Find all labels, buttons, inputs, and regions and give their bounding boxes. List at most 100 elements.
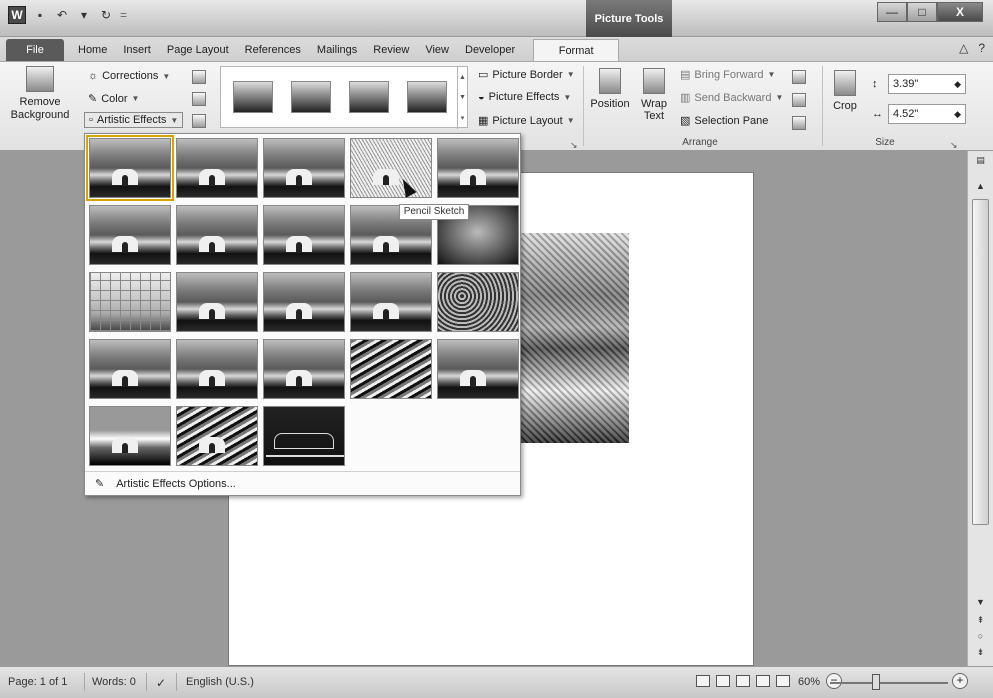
effect-marker[interactable] [176,138,258,198]
tab-developer[interactable]: Developer [457,39,523,61]
wrap-text-button[interactable]: Wrap Text [636,68,672,122]
scroll-thumb[interactable] [972,199,989,525]
tab-insert[interactable]: Insert [115,39,159,61]
effect-pencil-grayscale[interactable] [263,138,345,198]
word-app-icon[interactable]: W [8,6,26,24]
scroll-up-icon[interactable]: ▲ [972,181,989,191]
effect-glass[interactable] [176,406,258,466]
effect-plastic-wrap[interactable] [350,339,432,399]
zoom-slider-thumb[interactable] [872,674,880,690]
language-indicator[interactable]: English (U.S.) [186,676,254,688]
effect-paint-strokes[interactable] [176,205,258,265]
effect-mosaic-bubbles[interactable] [89,272,171,332]
picture-style-2[interactable] [291,81,331,113]
tab-format[interactable]: Format [533,39,620,61]
tab-page-layout[interactable]: Page Layout [159,39,237,61]
zoom-out-button[interactable]: − [826,673,842,689]
effect-light-screen[interactable] [176,272,258,332]
change-picture-icon[interactable] [192,92,206,106]
full-screen-reading-icon[interactable] [716,675,730,687]
redo-icon[interactable]: ↻ [98,7,114,23]
zoom-in-button[interactable]: + [952,673,968,689]
effect-none[interactable] [86,135,174,201]
close-button[interactable]: X [937,2,983,22]
previous-page-icon[interactable]: ⇞ [972,615,989,626]
effect-paint-brush[interactable] [263,205,345,265]
size-dialog-launcher[interactable]: ↘ [950,140,958,151]
proofing-icon[interactable]: ✓ [156,676,166,690]
help-icon[interactable]: ? [978,41,985,55]
gallery-scroll[interactable]: ▲ ▼ ▾ [457,67,467,129]
effect-pastels-smooth[interactable] [263,339,345,399]
picture-style-4[interactable] [407,81,447,113]
artistic-effects-button[interactable]: ▫ Artistic Effects ▼ [84,112,184,128]
zoom-level[interactable]: 60% [798,676,820,688]
crop-button[interactable]: Crop [830,70,860,112]
artistic-effects-options-item[interactable]: ✎ Artistic Effects Options... [85,471,520,495]
remove-background-button[interactable]: Remove Background [10,66,70,122]
effect-cement[interactable] [89,339,171,399]
outline-icon[interactable] [756,675,770,687]
draft-icon[interactable] [776,675,790,687]
tab-references[interactable]: References [237,39,309,61]
tab-mailings[interactable]: Mailings [309,39,365,61]
maximize-button[interactable]: □ [907,2,937,22]
gallery-up-icon[interactable]: ▲ [459,74,466,81]
minimize-ribbon-icon[interactable]: △ [959,41,968,55]
effect-glow-edges[interactable] [263,406,345,466]
zoom-slider[interactable] [830,682,948,684]
print-layout-icon[interactable] [696,675,710,687]
effect-cutout[interactable] [437,339,519,399]
spinner-icon[interactable]: ◆ [954,109,965,120]
effect-crisscross-etching[interactable] [176,339,258,399]
minimize-button[interactable]: — [877,2,907,22]
effect-film-grain[interactable] [350,272,432,332]
undo-icon[interactable]: ↶ [54,7,70,23]
page-count[interactable]: Page: 1 of 1 [8,676,67,688]
effect-texturizer[interactable] [437,272,519,332]
picture-effects-button[interactable]: ◒ Picture Effects ▼ [478,91,571,103]
customize-qat-icon[interactable]: = [120,8,127,22]
vertical-scrollbar[interactable]: ▤ ▲ ▼ ⇞ ○ ⇟ [967,151,993,666]
picture-border-button[interactable]: ▭ Picture Border ▼ [478,68,575,82]
picture-style-3[interactable] [349,81,389,113]
group-icon[interactable] [792,93,806,107]
effect-chalk-sketch[interactable] [89,205,171,265]
effect-photocopy[interactable] [89,406,171,466]
align-icon[interactable] [792,70,806,84]
picture-style-1[interactable] [233,81,273,113]
tab-home[interactable]: Home [70,39,115,61]
effect-line-drawing[interactable] [437,138,519,198]
compress-pictures-icon[interactable] [192,70,206,84]
tab-review[interactable]: Review [365,39,417,61]
color-button[interactable]: ✎ Color ▼ [88,92,139,106]
web-layout-icon[interactable] [736,675,750,687]
inserted-picture[interactable] [519,233,629,443]
tab-file[interactable]: File [6,39,64,61]
position-button[interactable]: Position [590,68,630,110]
corrections-button[interactable]: ☼ Corrections ▼ [88,70,170,82]
scroll-down-icon[interactable]: ▼ [972,597,989,607]
next-page-icon[interactable]: ⇟ [972,647,989,658]
word-count[interactable]: Words: 0 [92,676,136,688]
effect-pencil-sketch[interactable] [350,138,432,198]
tab-view[interactable]: View [417,39,457,61]
size-group-label: Size [875,137,895,148]
browse-object-icon[interactable]: ○ [972,631,989,641]
undo-dropdown-icon[interactable]: ▾ [76,7,92,23]
shape-height-input[interactable]: 3.39" ◆ [888,74,966,94]
ruler-toggle-icon[interactable]: ▤ [972,155,989,166]
rotate-icon[interactable] [792,116,806,130]
spinner-icon[interactable]: ◆ [954,79,965,90]
gallery-down-icon[interactable]: ▼ [459,94,466,101]
save-icon[interactable]: ▪ [32,7,48,23]
effect-watercolor-sponge[interactable] [263,272,345,332]
bring-forward-button[interactable]: ▤ Bring Forward ▼ [680,68,775,82]
picture-styles-dialog-launcher[interactable]: ↘ [570,140,578,151]
send-backward-button[interactable]: ▥ Send Backward ▼ [680,91,783,105]
gallery-more-icon[interactable]: ▾ [461,114,465,122]
reset-picture-icon[interactable] [192,114,206,128]
picture-layout-button[interactable]: ▦ Picture Layout ▼ [478,114,575,128]
shape-width-input[interactable]: 4.52" ◆ [888,104,966,124]
selection-pane-button[interactable]: ▧ Selection Pane [680,114,768,128]
